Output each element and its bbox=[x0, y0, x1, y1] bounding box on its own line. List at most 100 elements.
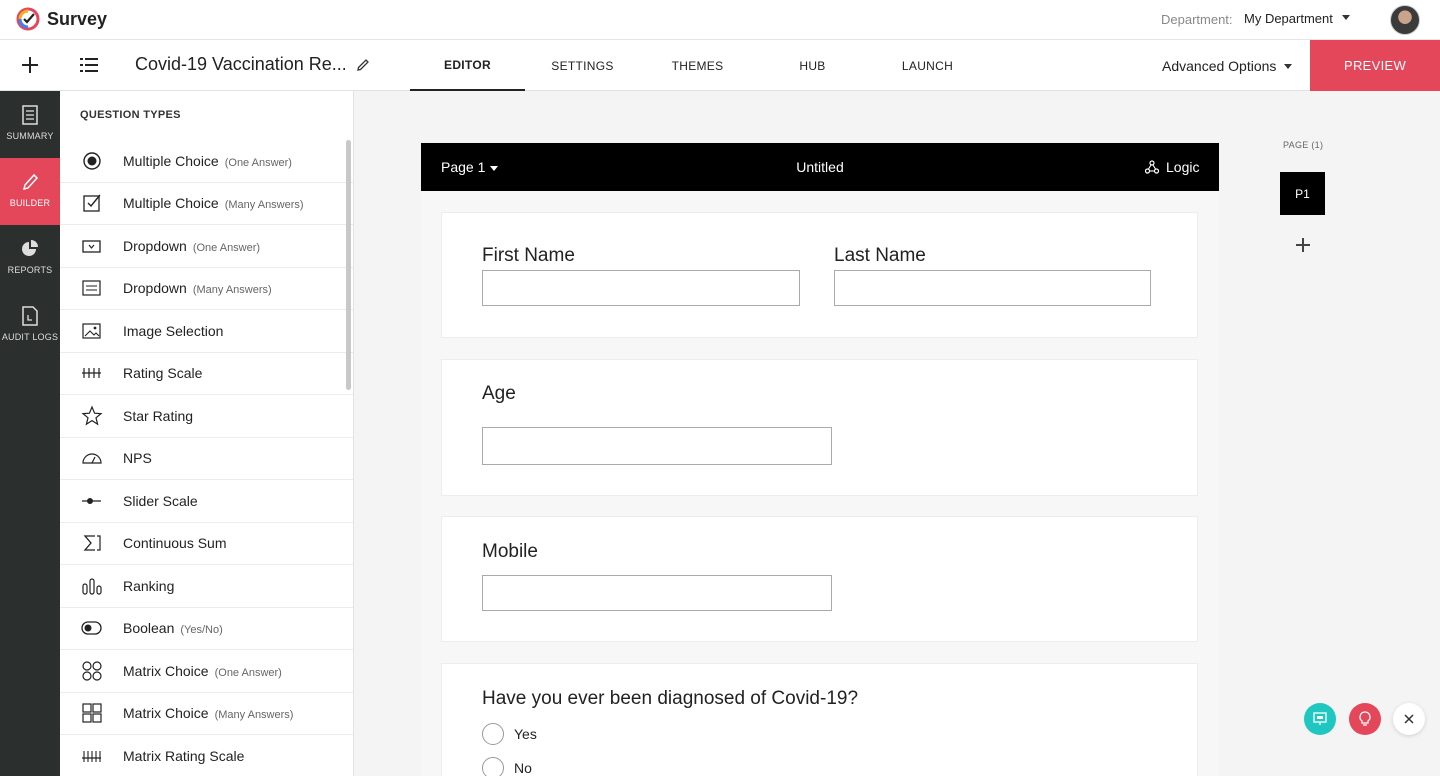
rail-item-summary[interactable]: SUMMARY bbox=[0, 91, 60, 158]
department-select[interactable]: My Department bbox=[1244, 11, 1333, 26]
rating-scale-icon bbox=[82, 368, 101, 379]
page-header: Page 1 Untitled Logic bbox=[421, 143, 1219, 191]
app-name: Survey bbox=[47, 9, 108, 29]
question-type-matrix-choice-many[interactable]: Matrix Choice (Many Answers) bbox=[60, 693, 353, 735]
last-name-label: Last Name bbox=[834, 245, 926, 266]
department-label: Department: bbox=[1161, 12, 1233, 27]
question-type-name: Ranking bbox=[123, 577, 175, 594]
chevron-down-icon[interactable] bbox=[1342, 15, 1350, 20]
tab-themes[interactable]: THEMES bbox=[640, 40, 755, 91]
logic-button[interactable]: Logic bbox=[1166, 159, 1199, 175]
radio-yes-label: Yes bbox=[514, 726, 537, 742]
image-icon bbox=[82, 323, 101, 339]
question-types-title: QUESTION TYPES bbox=[80, 109, 181, 121]
tab-editor[interactable]: EDITOR bbox=[410, 40, 525, 91]
radio-no[interactable] bbox=[482, 757, 504, 776]
left-rail: SUMMARY BUILDER REPORTS AUDIT LOGS bbox=[0, 91, 60, 776]
question-type-name: NPS bbox=[123, 450, 152, 467]
pie-chart-icon bbox=[22, 240, 38, 256]
question-block-covid[interactable]: Have you ever been diagnosed of Covid-19… bbox=[441, 663, 1198, 776]
matrix-checkbox-icon bbox=[82, 703, 102, 723]
tab-settings[interactable]: SETTINGS bbox=[525, 40, 640, 91]
advanced-options-dropdown[interactable]: Advanced Options bbox=[1162, 58, 1276, 74]
pencil-icon bbox=[22, 173, 39, 191]
gauge-icon bbox=[82, 453, 102, 464]
question-type-name: Matrix Rating Scale bbox=[123, 747, 245, 764]
question-type-dropdown-many[interactable]: Dropdown (Many Answers) bbox=[60, 268, 353, 310]
question-type-dropdown-one[interactable]: Dropdown (One Answer) bbox=[60, 225, 353, 268]
rail-item-label: REPORTS bbox=[7, 265, 53, 275]
question-type-name: Slider Scale bbox=[123, 492, 198, 509]
question-type-star-rating[interactable]: Star Rating bbox=[60, 395, 353, 438]
covid-question-label: Have you ever been diagnosed of Covid-19… bbox=[482, 688, 859, 709]
question-type-multiple-choice-many[interactable]: Multiple Choice (Many Answers) bbox=[60, 183, 353, 225]
document-icon bbox=[22, 105, 38, 125]
avatar[interactable] bbox=[1390, 5, 1420, 35]
radio-no-label: No bbox=[514, 760, 532, 776]
question-type-nps[interactable]: NPS bbox=[60, 438, 353, 480]
question-type-boolean[interactable]: Boolean (Yes/No) bbox=[60, 608, 353, 650]
presentation-button[interactable] bbox=[1304, 703, 1336, 735]
question-type-name: Rating Scale bbox=[123, 365, 203, 382]
mobile-field[interactable] bbox=[482, 575, 832, 611]
radio-yes[interactable] bbox=[482, 723, 504, 745]
question-type-name: Multiple Choice bbox=[123, 152, 219, 169]
question-type-ranking[interactable]: Ranking bbox=[60, 565, 353, 608]
rail-item-reports[interactable]: REPORTS bbox=[0, 225, 60, 292]
first-name-field[interactable] bbox=[482, 270, 800, 306]
question-type-note: (One Answer) bbox=[224, 156, 292, 169]
question-type-name: Matrix Choice bbox=[123, 662, 209, 679]
add-button[interactable] bbox=[18, 53, 42, 77]
question-type-list: Multiple Choice (One Answer) Multiple Cho… bbox=[60, 140, 353, 776]
question-block-age[interactable]: Age bbox=[441, 359, 1198, 496]
pages-count-label: PAGE (1) bbox=[1283, 140, 1324, 150]
question-type-matrix-choice-one[interactable]: Matrix Choice (One Answer) bbox=[60, 650, 353, 693]
rail-item-label: SUMMARY bbox=[6, 131, 54, 141]
menu-list-icon[interactable] bbox=[80, 55, 100, 75]
page-title[interactable]: Untitled bbox=[421, 159, 1219, 175]
lightbulb-icon bbox=[1359, 711, 1371, 726]
add-page-button[interactable] bbox=[1296, 238, 1310, 252]
preview-button[interactable]: PREVIEW bbox=[1310, 40, 1440, 91]
age-field[interactable] bbox=[482, 427, 832, 465]
rail-item-label: AUDIT LOGS bbox=[1, 332, 59, 342]
question-type-name: Dropdown bbox=[123, 280, 187, 297]
question-type-note: (One Answer) bbox=[214, 666, 282, 679]
question-type-note: (Many Answers) bbox=[224, 199, 304, 212]
question-type-name: Boolean bbox=[123, 620, 175, 637]
rail-item-audit-logs[interactable]: AUDIT LOGS bbox=[0, 292, 60, 359]
chevron-down-icon[interactable] bbox=[1284, 64, 1292, 69]
matrix-radio-icon bbox=[82, 661, 102, 681]
top-bar: Survey Department: My Department bbox=[0, 0, 1440, 40]
rail-item-builder[interactable]: BUILDER bbox=[0, 158, 60, 225]
age-label: Age bbox=[482, 383, 516, 404]
close-button[interactable] bbox=[1393, 703, 1425, 735]
question-types-scrollbar[interactable] bbox=[346, 140, 351, 390]
question-type-image-selection[interactable]: Image Selection bbox=[60, 310, 353, 353]
rail-item-label: BUILDER bbox=[9, 198, 51, 208]
tab-launch[interactable]: LAUNCH bbox=[870, 40, 985, 91]
edit-title-pencil-icon[interactable] bbox=[355, 57, 371, 73]
question-type-name: Continuous Sum bbox=[123, 535, 227, 552]
page-thumbnail[interactable]: P1 bbox=[1280, 172, 1325, 215]
question-type-continuous-sum[interactable]: Continuous Sum bbox=[60, 523, 353, 565]
question-type-rating-scale[interactable]: Rating Scale bbox=[60, 353, 353, 395]
question-type-multiple-choice-one[interactable]: Multiple Choice (One Answer) bbox=[60, 140, 353, 183]
survey-title[interactable]: Covid-19 Vaccination Re... bbox=[135, 54, 345, 75]
ranking-icon bbox=[82, 578, 102, 595]
question-type-slider-scale[interactable]: Slider Scale bbox=[60, 480, 353, 523]
logic-icon[interactable] bbox=[1145, 160, 1159, 174]
survey-logo-icon[interactable] bbox=[16, 7, 40, 31]
dropdown-icon bbox=[82, 240, 101, 253]
question-types-panel: QUESTION TYPES Multiple Choice (One Answe… bbox=[60, 91, 354, 776]
question-block-name[interactable]: First Name Last Name bbox=[441, 212, 1198, 338]
tab-hub[interactable]: HUB bbox=[755, 40, 870, 91]
editor-nav-bar: Covid-19 Vaccination Re... EDITOR SETTIN… bbox=[0, 40, 1440, 91]
question-block-mobile[interactable]: Mobile bbox=[441, 516, 1198, 642]
sigma-icon bbox=[83, 535, 101, 551]
question-type-matrix-rating-scale[interactable]: Matrix Rating Scale bbox=[60, 735, 353, 776]
last-name-field[interactable] bbox=[834, 270, 1151, 306]
tips-button[interactable] bbox=[1349, 703, 1381, 735]
slider-icon bbox=[82, 497, 101, 504]
mobile-label: Mobile bbox=[482, 541, 538, 562]
